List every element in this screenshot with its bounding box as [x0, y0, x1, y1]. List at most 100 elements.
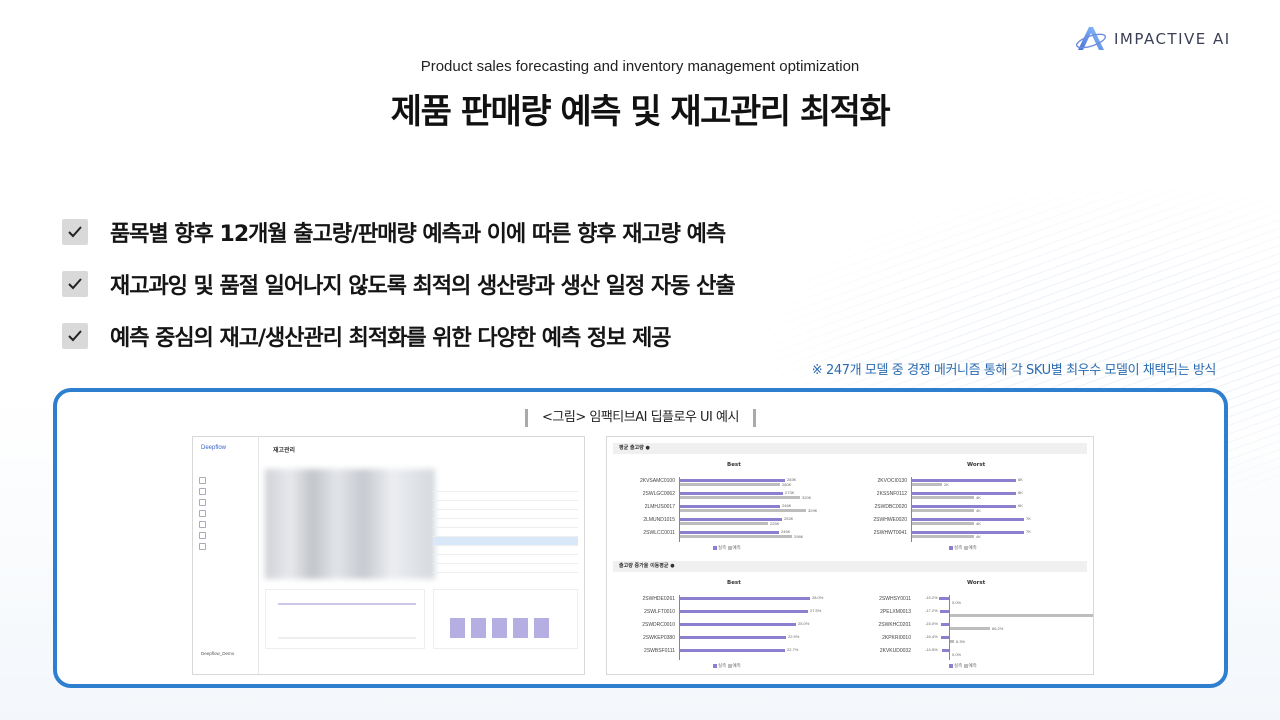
value-label: 22.9% [788, 634, 800, 639]
bar-pred [912, 483, 942, 486]
bar-pred [950, 614, 1093, 617]
caption-divider [752, 408, 756, 427]
value-label: 4K [976, 521, 981, 526]
section-title: 평균 출고량 ● [613, 443, 1087, 454]
bar-pred [680, 496, 800, 499]
bar-actual [680, 518, 782, 521]
legend: 실측 예측 [949, 663, 977, 669]
page-title: 제품 판매량 예측 및 재고관리 최적화 [390, 92, 891, 132]
bar [492, 618, 507, 638]
legend: 실측 예측 [713, 663, 741, 669]
inventory-screenshot: Deepflow Deepflow_Demo 재고관리 [192, 436, 585, 675]
legend-pred: 예측 [968, 545, 977, 550]
bar-actual [680, 505, 780, 508]
bar-chart [433, 589, 578, 649]
bar [513, 618, 528, 638]
bar-actual [680, 531, 779, 534]
figure-caption: <그림> 임팩티브AI 딥플로우 UI 예시 [57, 406, 1224, 427]
value-label: 273K [785, 490, 795, 495]
bar-pred [912, 522, 974, 525]
feature-item: 재고과잉 및 품절 일어나지 않도록 최적의 생산량과 생산 일정 자동 산출 [62, 258, 736, 310]
series-label: 2SWKEP0380 [643, 635, 675, 641]
logo-text: IMPACTIVE AI [1114, 30, 1231, 48]
bar-actual [680, 649, 785, 652]
ui-example-frame: <그림> 임팩티브AI 딥플로우 UI 예시 Deepflow Deepflow… [53, 388, 1228, 688]
bar-actual [941, 636, 949, 639]
series-label: 2SWHSY0011 [879, 596, 911, 602]
series-label: 2SWBSF0111 [644, 648, 675, 654]
logo-icon [1075, 27, 1107, 50]
legend-pred: 예측 [732, 663, 741, 668]
legend-actual: 실측 [954, 545, 963, 550]
bar-actual [912, 479, 1016, 482]
bar-pred [912, 496, 974, 499]
table-row [433, 555, 578, 564]
value-label: 6K [1018, 503, 1023, 508]
feature-item: 품목별 향후 12개월 출고량/판매량 예측과 이에 따른 향후 재고량 예측 [62, 206, 735, 258]
value-label: 246K [782, 503, 792, 508]
value-label: 329K [808, 508, 818, 513]
value-label: 6K [1018, 477, 1023, 482]
bar-actual [940, 610, 949, 613]
bar-actual [912, 518, 1024, 521]
caption-text: <그림> 임팩티브AI 딥플로우 UI 예시 [542, 410, 739, 425]
value-label: 280K [782, 482, 792, 487]
series-label: 2KSSNF0112 [876, 491, 907, 497]
feature-text: 품목별 향후 12개월 출고량/판매량 예측과 이에 따른 향후 재고량 예측 [110, 222, 726, 247]
best-title: Best [727, 580, 741, 586]
series-label: 2SWLCC0011 [643, 530, 675, 536]
feature-item: 예측 중심의 재고/생산관리 최적화를 위한 다양한 예측 정보 제공 [62, 310, 735, 362]
bar-actual [680, 636, 786, 639]
bar [534, 618, 549, 638]
bar-actual [680, 597, 810, 600]
bar-actual [941, 623, 949, 626]
value-label: 225K [770, 521, 780, 526]
series-label: 2SWDBC0020 [874, 504, 907, 510]
app-brand: Deepflow [201, 445, 227, 451]
bar [450, 618, 465, 638]
bar-actual [912, 505, 1016, 508]
value-label: 320K [802, 495, 812, 500]
bar-pred [680, 535, 792, 538]
value-label: 2K [944, 482, 949, 487]
app-page-title: 재고관리 [273, 447, 296, 454]
sidebar-item [199, 519, 206, 530]
worst-title: Worst [967, 580, 986, 586]
bar-actual [680, 623, 796, 626]
best-title: Best [727, 462, 741, 468]
company-logo: IMPACTIVE AI [1074, 22, 1231, 56]
bar-actual [939, 597, 949, 600]
sidebar-item [199, 486, 206, 497]
series-label: 2KPKRI0010 [882, 635, 911, 641]
series-label: 2KVKUD0032 [879, 648, 911, 654]
table-row [433, 546, 578, 555]
sidebar-item [199, 475, 206, 486]
bar-pred [912, 509, 974, 512]
feature-text: 재고과잉 및 품절 일어나지 않도록 최적의 생산량과 생산 일정 자동 산출 [110, 274, 736, 299]
series-label: 2SWDRC0010 [642, 622, 675, 628]
legend-pred: 예측 [732, 545, 741, 550]
series-label: 2SWHDE0261 [642, 596, 675, 602]
caption-divider [525, 408, 529, 427]
legend-actual: 실측 [718, 545, 727, 550]
table-row [433, 519, 578, 528]
value-label: -14.5% [925, 647, 938, 652]
series-label: 2SWHWE0020 [873, 517, 907, 523]
value-label: -15.0% [925, 621, 938, 626]
value-label: 253K [784, 516, 794, 521]
table-row [433, 501, 578, 510]
table-row [433, 537, 578, 546]
value-label: 28.0% [812, 595, 824, 600]
legend: 실측 예측 [949, 545, 977, 551]
app-sidebar: Deepflow Deepflow_Demo [193, 437, 259, 674]
bar-group [450, 618, 549, 638]
bar-pred [912, 535, 974, 538]
section-title: 출고량 증가율 이동평균 ● [613, 561, 1087, 572]
bar-actual [680, 479, 785, 482]
sidebar-item [199, 541, 206, 552]
worst-title: Worst [967, 462, 986, 468]
legend-actual: 실측 [718, 663, 727, 668]
table-row [433, 510, 578, 519]
model-note: ※ 247개 모델 중 경쟁 메커니즘 통해 각 SKU별 최우수 모델이 채택… [811, 363, 1217, 378]
sidebar-menu [199, 475, 206, 552]
